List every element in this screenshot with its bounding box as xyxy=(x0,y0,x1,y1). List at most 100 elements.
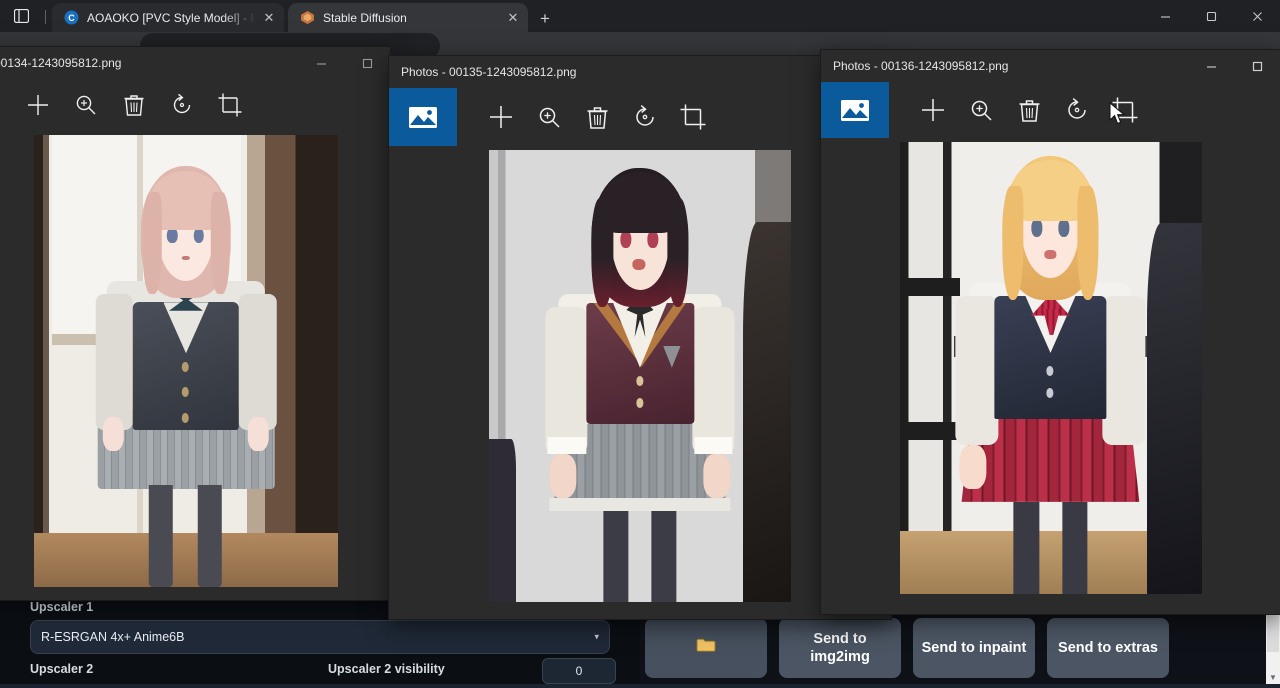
crop-icon-button[interactable] xyxy=(206,79,254,131)
upscaler2-visibility-input[interactable]: 0 xyxy=(542,658,616,684)
zoom-in-icon-button[interactable] xyxy=(957,82,1005,138)
hair-side xyxy=(211,192,230,294)
window-title: 00134-1243095812.png xyxy=(0,56,121,70)
window-controls xyxy=(1188,50,1280,82)
hand xyxy=(549,454,576,497)
tab-search-icon[interactable] xyxy=(10,6,32,26)
add-icon-button[interactable] xyxy=(477,88,525,146)
crop-icon-button[interactable] xyxy=(1101,82,1149,138)
image-icon-button[interactable] xyxy=(821,82,889,138)
window-controls xyxy=(298,47,390,79)
tab-close-icon[interactable]: ✕ xyxy=(504,9,522,27)
image-icon-button[interactable] xyxy=(389,88,457,146)
leg xyxy=(603,511,628,602)
hair-side xyxy=(667,198,688,306)
send-to-inpaint-button[interactable]: Send to inpaint xyxy=(913,618,1035,678)
bg-mullion-h xyxy=(900,422,960,440)
send-to-img2img-button[interactable]: Send to img2img xyxy=(779,618,901,678)
window-titlebar[interactable]: 00134-1243095812.png xyxy=(0,47,390,79)
rotate-icon-button[interactable] xyxy=(621,88,669,146)
window-titlebar[interactable]: Photos - 00135-1243095812.png xyxy=(389,56,891,88)
eye xyxy=(648,231,659,248)
upscaler1-value: R-ESRGAN 4x+ Anime6B xyxy=(41,630,184,644)
character-figure xyxy=(954,156,1147,594)
photos-toolbar xyxy=(821,82,1280,138)
cuff xyxy=(694,437,733,454)
bg-figure-left xyxy=(489,439,516,602)
sleeve xyxy=(545,307,588,455)
upscaler2-label: Upscaler 2 xyxy=(30,662,93,676)
restore-button[interactable] xyxy=(344,47,390,79)
generated-image-00135 xyxy=(489,150,791,602)
hand xyxy=(704,454,731,497)
browser-tab-aoaoko[interactable]: C AOAOKO [PVC Style Model] - PV ✕ xyxy=(52,3,284,32)
leg xyxy=(652,511,677,602)
photos-window-00135[interactable]: Photos - 00135-1243095812.png xyxy=(389,56,891,619)
toolbar-gap xyxy=(889,82,909,138)
restore-button[interactable] xyxy=(1234,50,1280,82)
browser-tab-stable-diffusion[interactable]: Stable Diffusion ✕ xyxy=(288,3,528,32)
minimize-button[interactable] xyxy=(298,47,344,79)
photos-toolbar xyxy=(389,88,891,146)
generated-image-00134 xyxy=(34,135,338,587)
delete-icon-button[interactable] xyxy=(573,88,621,146)
folder-icon xyxy=(696,637,716,658)
mouth xyxy=(632,259,646,270)
send-to-extras-button[interactable]: Send to extras xyxy=(1047,618,1169,678)
hand xyxy=(960,445,987,489)
sleeve xyxy=(692,307,735,455)
eye xyxy=(1031,219,1043,237)
hand xyxy=(248,417,269,451)
vest-button xyxy=(1047,366,1054,376)
upscaler1-dropdown[interactable]: R-ESRGAN 4x+ Anime6B ▾ xyxy=(30,620,610,654)
eye xyxy=(194,228,204,243)
hair-side xyxy=(1002,186,1023,300)
bg-figure-right xyxy=(1147,223,1201,594)
cuff xyxy=(547,437,586,454)
window-title: Photos - 00136-1243095812.png xyxy=(821,59,1008,73)
eye xyxy=(621,231,632,248)
crop-icon-button[interactable] xyxy=(669,88,717,146)
photos-window-00134[interactable]: 00134-1243095812.png xyxy=(0,47,390,600)
close-button[interactable] xyxy=(1234,0,1280,32)
window-title: Photos - 00135-1243095812.png xyxy=(389,65,576,79)
screen: △ ☆ A ⌢ xyxy=(0,0,1280,688)
tab-close-icon[interactable]: ✕ xyxy=(260,9,278,27)
browser-tabstrip: C AOAOKO [PVC Style Model] - PV ✕ Stable… xyxy=(0,0,1280,32)
svg-text:C: C xyxy=(68,13,75,23)
sleeve xyxy=(1103,296,1146,445)
restore-button[interactable] xyxy=(1188,0,1234,32)
minimize-button[interactable] xyxy=(1142,0,1188,32)
leg xyxy=(197,485,222,587)
add-icon-button[interactable] xyxy=(14,79,62,131)
minimize-button[interactable] xyxy=(1188,50,1234,82)
skirt-hem xyxy=(549,498,731,511)
window-titlebar[interactable]: Photos - 00136-1243095812.png xyxy=(821,50,1280,82)
photos-window-00136[interactable]: Photos - 00136-1243095812.png xyxy=(821,50,1280,614)
browser-window-controls xyxy=(1142,0,1280,32)
mouth xyxy=(1045,250,1057,259)
sleeve xyxy=(956,296,999,445)
delete-icon-button[interactable] xyxy=(110,79,158,131)
civitai-icon: C xyxy=(63,10,79,26)
mouth xyxy=(182,256,190,260)
hair-side xyxy=(592,198,613,306)
leg xyxy=(1062,502,1087,594)
vest-button xyxy=(1047,388,1054,398)
rotate-icon-button[interactable] xyxy=(1053,82,1101,138)
vest-button xyxy=(636,398,643,408)
photos-toolbar xyxy=(0,79,390,131)
image-canvas[interactable] xyxy=(821,138,1280,612)
zoom-in-icon-button[interactable] xyxy=(525,88,573,146)
delete-icon-button[interactable] xyxy=(1005,82,1053,138)
open-folder-button[interactable] xyxy=(645,618,767,678)
sleeve xyxy=(239,294,277,430)
rotate-icon-button[interactable] xyxy=(158,79,206,131)
character-figure xyxy=(543,168,736,602)
scrollbar-down-arrow[interactable]: ▼ xyxy=(1266,673,1280,682)
zoom-in-icon-button[interactable] xyxy=(62,79,110,131)
image-canvas[interactable] xyxy=(389,146,891,619)
add-icon-button[interactable] xyxy=(909,82,957,138)
image-canvas[interactable] xyxy=(0,131,390,600)
new-tab-button[interactable]: + xyxy=(533,6,557,30)
